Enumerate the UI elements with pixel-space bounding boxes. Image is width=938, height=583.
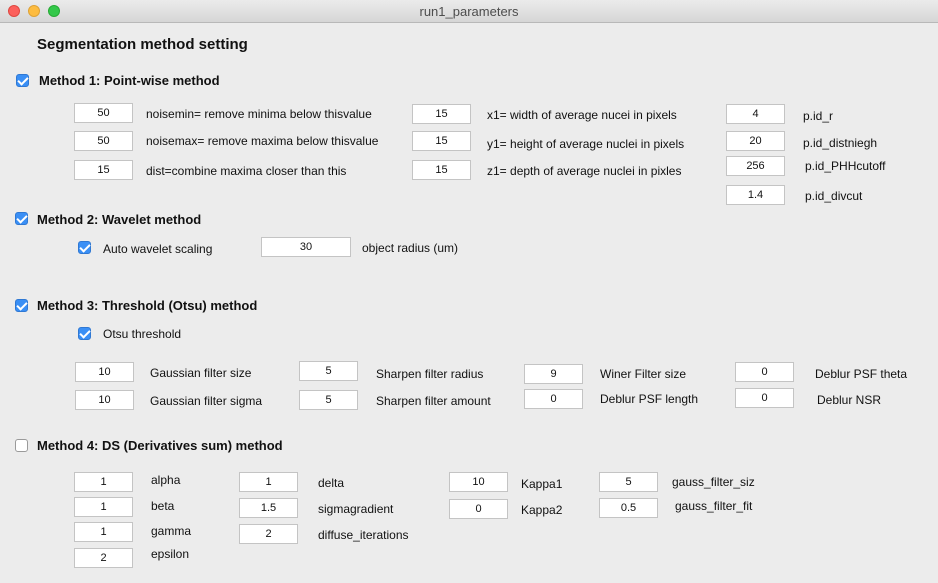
pid-distniegh-input[interactable] [726, 131, 785, 151]
method3-title: Method 3: Threshold (Otsu) method [37, 298, 258, 313]
method2-checkbox[interactable] [15, 212, 28, 225]
noisemin-input[interactable] [74, 103, 133, 123]
gaussian-sigma-input[interactable] [75, 390, 134, 410]
sharpen-radius-input[interactable] [299, 361, 358, 381]
alpha-input[interactable] [74, 472, 133, 492]
alpha-label: alpha [151, 473, 181, 487]
title-bar[interactable]: run1_parameters [0, 0, 938, 23]
sharpen-radius-label: Sharpen filter radius [376, 367, 484, 381]
deblur-nsr-input[interactable] [735, 388, 794, 408]
kappa2-label: Kappa2 [521, 503, 563, 517]
kappa1-label: Kappa1 [521, 477, 563, 491]
diffuse-iterations-label: diffuse_iterations [318, 528, 409, 542]
auto-wavelet-checkbox[interactable] [78, 241, 91, 254]
gauss-filter-fit-label: gauss_filter_fit [675, 499, 753, 513]
gauss-filter-siz-input[interactable] [599, 472, 658, 492]
sigmagradient-label: sigmagradient [318, 502, 394, 516]
deblur-theta-label: Deblur PSF theta [815, 367, 908, 381]
winer-size-label: Winer Filter size [600, 367, 687, 381]
method4-checkbox[interactable] [15, 439, 28, 452]
gaussian-sigma-label: Gaussian filter sigma [150, 394, 263, 408]
window-title: run1_parameters [419, 4, 519, 19]
pid-r-input[interactable] [726, 104, 785, 124]
sigmagradient-input[interactable] [239, 498, 298, 518]
kappa1-input[interactable] [449, 472, 508, 492]
dist-input[interactable] [74, 160, 133, 180]
noisemax-input[interactable] [74, 131, 133, 151]
gaussian-size-input[interactable] [75, 362, 134, 382]
delta-label: delta [318, 476, 345, 490]
y1-input[interactable] [412, 131, 471, 151]
parameters-window: run1_parameters Segmentation method sett… [0, 0, 938, 583]
epsilon-input[interactable] [74, 548, 133, 568]
winer-size-input[interactable] [524, 364, 583, 384]
pid-divcut-input[interactable] [726, 185, 785, 205]
x1-input[interactable] [412, 104, 471, 124]
z1-input[interactable] [412, 160, 471, 180]
page-heading: Segmentation method setting [37, 36, 248, 53]
method3-checkbox[interactable] [15, 299, 28, 312]
deblur-length-label: Deblur PSF length [600, 392, 699, 406]
sharpen-amount-label: Sharpen filter amount [376, 394, 491, 408]
noisemax-label: noisemax= remove maxima below thisvalue [146, 134, 379, 148]
x1-label: x1= width of average nucei in pixels [487, 108, 677, 122]
method4-title: Method 4: DS (Derivatives sum) method [37, 438, 283, 453]
method2-title: Method 2: Wavelet method [37, 212, 202, 227]
gaussian-size-label: Gaussian filter size [150, 366, 252, 380]
delta-input[interactable] [239, 472, 298, 492]
pid-divcut-label: p.id_divcut [805, 189, 863, 203]
z1-label: z1= depth of average nuclei in pixles [487, 164, 682, 178]
gauss-filter-fit-input[interactable] [599, 498, 658, 518]
deblur-length-input[interactable] [524, 389, 583, 409]
deblur-nsr-label: Deblur NSR [817, 393, 882, 407]
method1-title: Method 1: Point-wise method [39, 73, 220, 88]
gauss-filter-siz-label: gauss_filter_siz [672, 475, 755, 489]
otsu-checkbox[interactable] [78, 327, 91, 340]
gamma-label: gamma [151, 524, 192, 538]
deblur-theta-input[interactable] [735, 362, 794, 382]
pid-phhcutoff-input[interactable] [726, 156, 785, 176]
object-radius-label: object radius (um) [362, 241, 459, 255]
pid-r-label: p.id_r [803, 109, 834, 123]
y1-label: y1= height of average nuclei in pixels [487, 137, 685, 151]
beta-input[interactable] [74, 497, 133, 517]
auto-wavelet-label: Auto wavelet scaling [103, 242, 213, 256]
epsilon-label: epsilon [151, 547, 190, 561]
gamma-input[interactable] [74, 522, 133, 542]
otsu-label: Otsu threshold [103, 327, 182, 341]
method1-checkbox[interactable] [16, 74, 29, 87]
dist-label: dist=combine maxima closer than this [146, 164, 347, 178]
diffuse-iterations-input[interactable] [239, 524, 298, 544]
kappa2-input[interactable] [449, 499, 508, 519]
pid-distniegh-label: p.id_distniegh [803, 136, 878, 150]
beta-label: beta [151, 499, 175, 513]
noisemin-label: noisemin= remove minima below thisvalue [146, 107, 372, 121]
pid-phhcutoff-label: p.id_PHHcutoff [805, 159, 886, 173]
sharpen-amount-input[interactable] [299, 390, 358, 410]
object-radius-input[interactable] [261, 237, 351, 257]
